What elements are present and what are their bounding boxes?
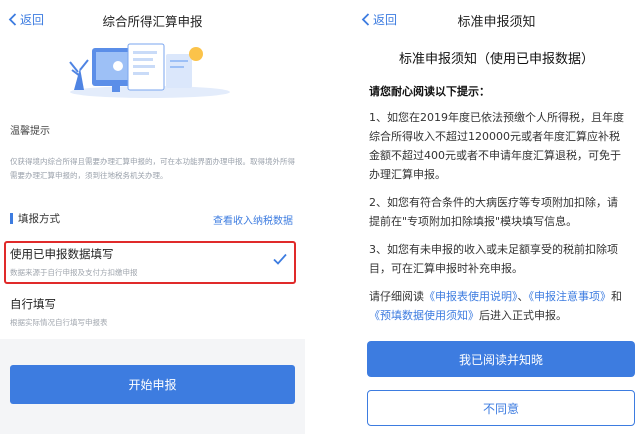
link-prefilled-data-notice[interactable]: 《预填数据使用须知》: [369, 309, 479, 322]
section-accent-bar: [10, 213, 13, 224]
paragraph-1: 1、如您在2019年度已依法预缴个人所得税，且年度综合所得收入不超过120000…: [369, 111, 624, 181]
notice-section: 温馨提示 仅获得境内综合所得且需要办理汇算申报的，可在本功能界面办理申报。取得境…: [0, 98, 305, 214]
final-prefix: 请仔细阅读: [369, 290, 424, 303]
paragraph-3: 3、如您有未申报的收入或未足额享受的税前扣除项目，可在汇算申报时补充申报。: [369, 243, 618, 275]
section-label: 填报方式: [18, 213, 60, 225]
highlight-frame: [4, 241, 296, 284]
notice-title: 温馨提示: [10, 126, 50, 137]
back-button[interactable]: 返回: [8, 11, 44, 28]
back-label: 返回: [20, 13, 45, 27]
link-declaration-notes[interactable]: 《申报注意事项》: [529, 290, 612, 303]
right-screen: 返回 标准申报须知 标准申报须知（使用已申报数据） 请您耐心阅读以下提示： 1、…: [353, 0, 640, 434]
section-header: 填报方式 查看收入纳税数据: [0, 205, 305, 231]
chevron-left-icon: [361, 13, 370, 26]
final-suffix: 后进入正式申报。: [479, 309, 567, 322]
paragraph-2: 2、如您有符合条件的大病医疗等专项附加扣除，请提前在"专项附加扣除填报"模块填写…: [369, 196, 618, 228]
nav-bar: 返回 标准申报须知: [353, 0, 640, 40]
paragraph-final: 请仔细阅读《申报表使用说明》、《申报注意事项》和《预填数据使用须知》后进入正式申…: [353, 287, 640, 325]
chevron-left-icon: [8, 13, 17, 26]
banner-illustration: [0, 40, 305, 98]
option-title: 自行填写: [10, 297, 56, 311]
option-self-fill[interactable]: 自行填写 根据实际情况自行填写申报表: [0, 296, 305, 336]
reject-button[interactable]: 不同意: [367, 390, 635, 426]
option-use-declared-data[interactable]: 使用已申报数据填写 数据来源于自行申报及支付方扣缴申报: [0, 241, 305, 289]
back-label: 返回: [373, 13, 398, 27]
nav-bar: 返回 综合所得汇算申报: [0, 0, 305, 40]
reading-hint: 请您耐心阅读以下提示：: [369, 85, 490, 98]
notice-body: 仅获得境内综合所得且需要办理汇算申报的，可在本功能界面办理申报。取得境外所得需要…: [10, 157, 295, 180]
checkmark-icon: [273, 253, 287, 265]
left-screen: 返回 综合所得汇算申报 温馨提示 仅获得境内综合所得且需要办理汇算申报的，可在本: [0, 0, 305, 434]
document-title: 标准申报须知（使用已申报数据）: [398, 52, 594, 67]
link-form-instructions[interactable]: 《申报表使用说明》: [424, 290, 518, 303]
page-title: 综合所得汇算申报: [102, 13, 203, 29]
tax-illustration-icon: [0, 40, 305, 98]
start-declaration-button[interactable]: 开始申报: [10, 365, 295, 404]
option-subtitle: 根据实际情况自行填写申报表: [10, 318, 108, 327]
accept-button[interactable]: 我已阅读并知晓: [367, 341, 635, 377]
separator: 和: [611, 290, 622, 303]
view-income-data-link[interactable]: 查看收入纳税数据: [213, 212, 293, 227]
separator: 、: [517, 290, 529, 303]
fill-method-section: 填报方式 查看收入纳税数据 使用已申报数据填写 数据来源于自行申报及支付方扣缴申…: [0, 205, 305, 339]
back-button[interactable]: 返回: [361, 11, 397, 28]
